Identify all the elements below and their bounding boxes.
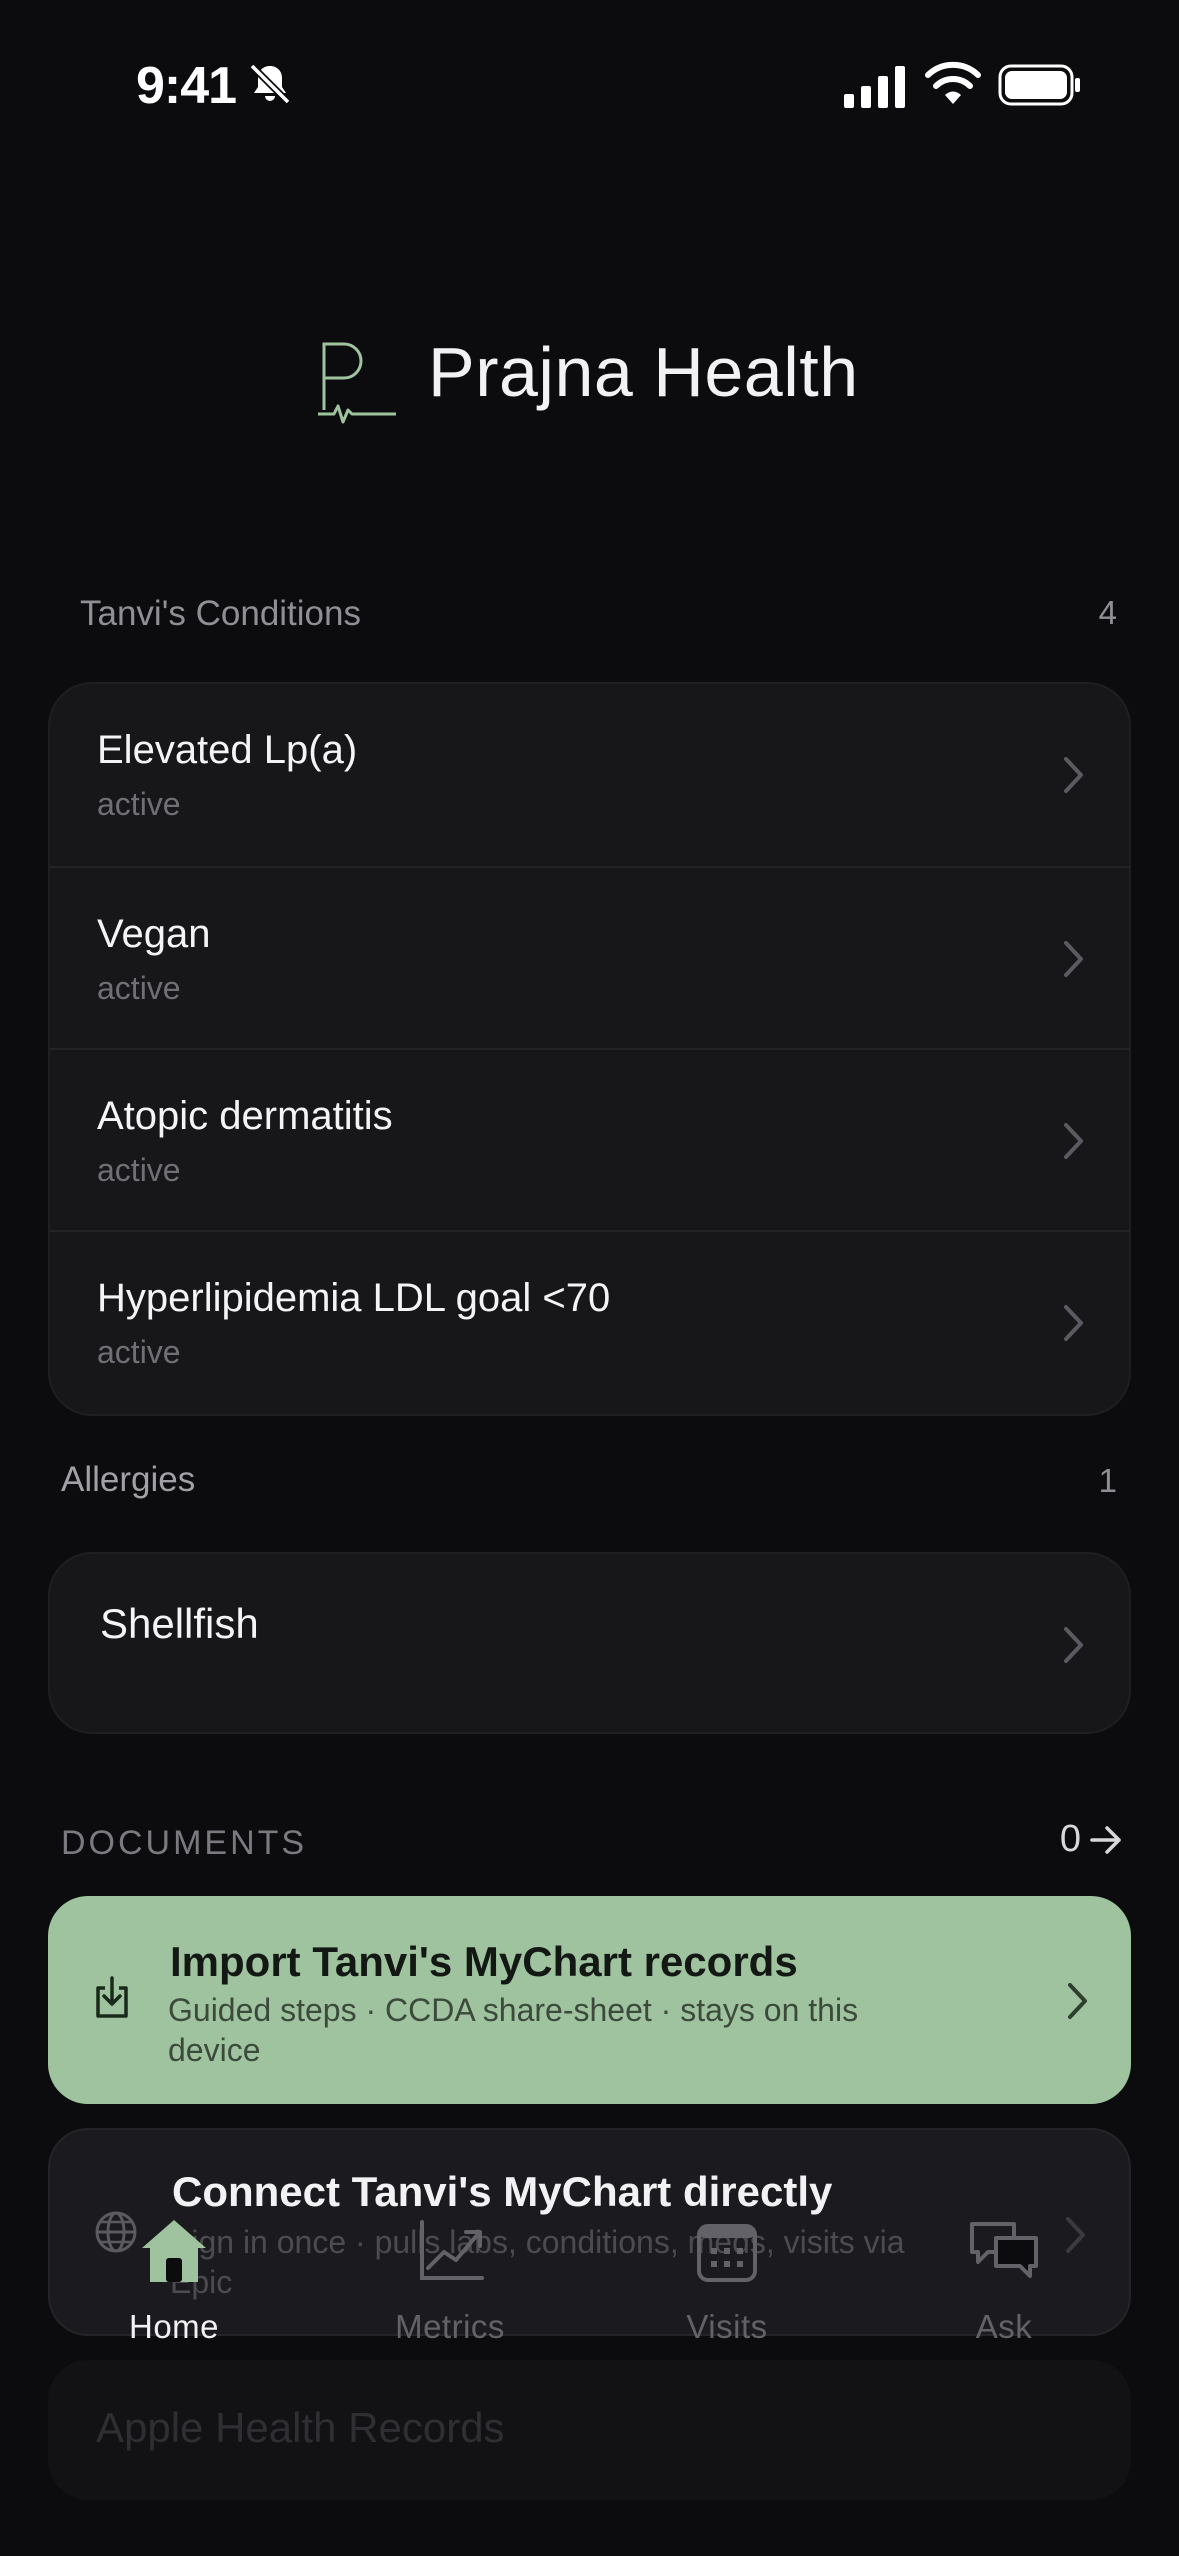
import-mychart-button[interactable]: Import Tanvi's MyChart records Guided st… bbox=[48, 1896, 1131, 2104]
documents-link[interactable]: 0 bbox=[1060, 1818, 1123, 1861]
condition-row[interactable]: Vegan active bbox=[50, 866, 1129, 1050]
chevron-right-icon bbox=[1064, 757, 1083, 793]
chevron-right-icon bbox=[1064, 1627, 1083, 1663]
apple-health-records-row[interactable]: Apple Health Records bbox=[48, 2360, 1131, 2500]
condition-name: Hyperlipidemia LDL goal <70 bbox=[97, 1276, 611, 1320]
import-subtitle: Guided steps · CCDA share-sheet · stays … bbox=[168, 1992, 859, 2068]
chevron-right-icon bbox=[1068, 1983, 1087, 2019]
tab-visits-label: Visits bbox=[686, 2308, 768, 2345]
import-title: Import Tanvi's MyChart records bbox=[170, 1938, 798, 1985]
condition-name: Elevated Lp(a) bbox=[97, 728, 358, 772]
chat-bubbles-icon bbox=[970, 2222, 1038, 2278]
conditions-section-title: Tanvi's Conditions bbox=[80, 594, 361, 633]
status-time: 9:41 bbox=[136, 57, 237, 115]
allergies-section-title: Allergies bbox=[61, 1460, 196, 1499]
condition-name: Vegan bbox=[97, 912, 211, 956]
connect-title: Connect Tanvi's MyChart directly bbox=[172, 2168, 833, 2215]
conditions-count: 4 bbox=[1098, 594, 1117, 631]
documents-count: 0 bbox=[1059, 1818, 1081, 1860]
allergy-name: Shellfish bbox=[100, 1600, 259, 1647]
calendar-icon bbox=[697, 2224, 757, 2282]
condition-status: active bbox=[97, 1152, 181, 1188]
conditions-card: Elevated Lp(a) active Vegan active Atopi… bbox=[48, 682, 1131, 1416]
prajna-logo-icon bbox=[318, 342, 396, 424]
condition-row[interactable]: Hyperlipidemia LDL goal <70 active bbox=[50, 1230, 1129, 1414]
condition-status: active bbox=[97, 1334, 181, 1370]
tab-bar: Home Metrics Visits Ask bbox=[0, 2216, 1179, 2366]
silent-bell-icon bbox=[249, 63, 291, 105]
house-icon bbox=[142, 2220, 206, 2282]
allergies-count: 1 bbox=[1098, 1462, 1117, 1499]
chevron-right-icon bbox=[1064, 941, 1083, 977]
app-title: Prajna Health bbox=[428, 333, 859, 411]
condition-row[interactable]: Atopic dermatitis active bbox=[50, 1048, 1129, 1232]
wifi-icon bbox=[925, 61, 981, 104]
apple-health-records-title: Apple Health Records bbox=[96, 2404, 505, 2451]
arrow-right-icon bbox=[1090, 1825, 1121, 1854]
download-tray-icon bbox=[96, 1976, 128, 2018]
documents-section-title: DOCUMENTS bbox=[61, 1824, 308, 1862]
allergies-card: Shellfish bbox=[48, 1552, 1131, 1734]
cellular-signal-icon bbox=[844, 66, 905, 108]
condition-status: active bbox=[97, 970, 181, 1006]
chevron-right-icon bbox=[1064, 1123, 1083, 1159]
tab-ask-label: Ask bbox=[975, 2308, 1033, 2345]
tab-home-label: Home bbox=[128, 2308, 220, 2345]
condition-name: Atopic dermatitis bbox=[97, 1094, 393, 1138]
tab-metrics-label: Metrics bbox=[395, 2308, 505, 2345]
condition-row[interactable]: Elevated Lp(a) active bbox=[50, 684, 1129, 866]
battery-icon bbox=[998, 64, 1080, 106]
chart-icon bbox=[420, 2220, 484, 2280]
condition-status: active bbox=[97, 786, 181, 822]
chevron-right-icon bbox=[1064, 1305, 1083, 1341]
allergy-row[interactable]: Shellfish bbox=[50, 1554, 1129, 1732]
